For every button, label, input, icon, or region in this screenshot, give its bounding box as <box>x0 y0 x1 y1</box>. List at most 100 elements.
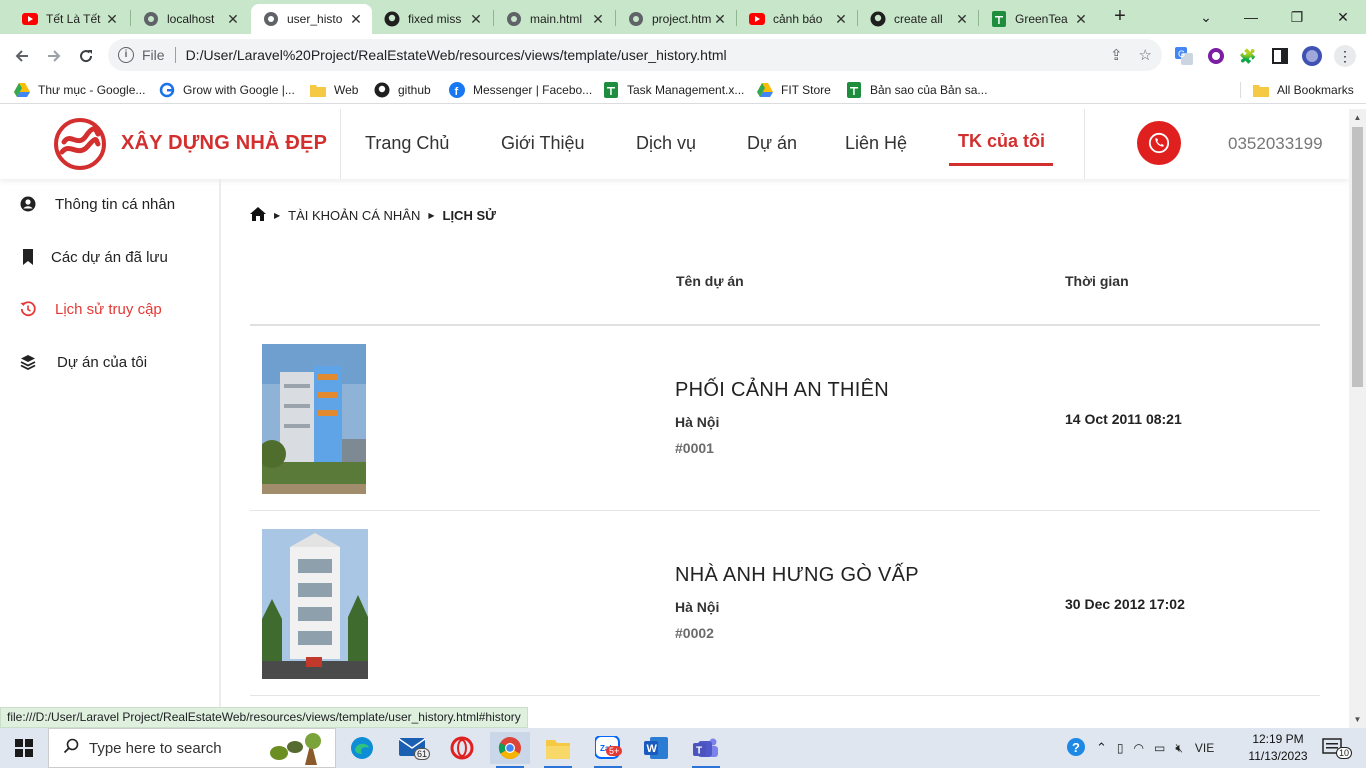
minimize-button[interactable]: — <box>1228 0 1274 34</box>
nav-home[interactable]: Trang Chủ <box>365 133 449 154</box>
nav-my-account[interactable]: TK của tôi <box>958 131 1045 152</box>
close-icon[interactable]: ✕ <box>225 11 241 28</box>
page-scrollbar[interactable]: ▲ ▼ <box>1349 109 1366 728</box>
menu-dots-icon[interactable]: ⋮ <box>1334 45 1356 67</box>
star-icon[interactable]: ☆ <box>1139 46 1152 64</box>
mail-icon[interactable]: 61 <box>392 732 432 764</box>
browser-tab-active[interactable]: user_histo ✕ <box>251 4 372 34</box>
wifi-icon[interactable]: ◠ <box>1134 741 1144 755</box>
all-bookmarks[interactable]: All Bookmarks <box>1240 82 1354 98</box>
home-icon[interactable] <box>250 207 266 224</box>
close-icon[interactable]: ✕ <box>348 11 364 28</box>
close-icon[interactable]: ✕ <box>590 11 606 28</box>
browser-tab[interactable]: main.html ✕ <box>494 4 614 34</box>
close-icon[interactable]: ✕ <box>468 11 484 28</box>
bookmark-item[interactable]: Thư mục - Google... <box>14 82 145 98</box>
nav-projects[interactable]: Dự án <box>747 133 797 154</box>
close-icon[interactable]: ✕ <box>104 11 120 28</box>
info-icon[interactable]: i <box>118 47 134 63</box>
chrome-icon[interactable] <box>490 732 530 768</box>
share-icon[interactable]: ⇪ <box>1110 46 1123 64</box>
scroll-down-arrow[interactable]: ▼ <box>1349 711 1366 728</box>
help-icon[interactable]: ? <box>1066 737 1086 760</box>
start-button[interactable] <box>0 728 48 768</box>
back-button[interactable] <box>8 42 36 70</box>
browser-tab[interactable]: fixed miss ✕ <box>372 4 492 34</box>
address-bar[interactable]: i File D:/User/Laravel%20Project/RealEst… <box>108 39 1162 71</box>
clock-time: 12:19 PM <box>1252 732 1304 746</box>
browser-toolbar: i File D:/User/Laravel%20Project/RealEst… <box>0 34 1366 76</box>
zalo-icon[interactable]: Zalo 5+ <box>588 732 628 768</box>
forward-button[interactable] <box>40 42 68 70</box>
browser-tab[interactable]: cảnh báo ✕ <box>737 4 857 34</box>
extension-icon[interactable] <box>1206 46 1226 66</box>
scrollbar-thumb[interactable] <box>1352 127 1363 387</box>
new-tab-button[interactable]: + <box>1108 5 1132 29</box>
sidebar-item-my-projects[interactable]: Dự án của tôi <box>0 347 219 377</box>
browser-tab[interactable]: create all ✕ <box>858 4 978 34</box>
reload-button[interactable] <box>72 42 100 70</box>
bookmark-item[interactable]: FIT Store <box>757 82 831 98</box>
sidebar-item-profile[interactable]: Thông tin cá nhân <box>0 189 219 219</box>
close-icon[interactable]: ✕ <box>712 11 728 28</box>
phone-icon[interactable] <box>1137 121 1181 165</box>
device-icon[interactable]: ▯ <box>1117 741 1124 755</box>
bookmark-item[interactable]: github <box>374 82 431 98</box>
project-name[interactable]: PHỐI CẢNH AN THIÊN <box>675 379 889 402</box>
edge-icon[interactable] <box>342 732 382 764</box>
bookmark-item[interactable]: Task Management.x... <box>603 82 744 98</box>
speaker-muted-icon[interactable]: 🔇︎ <box>1175 741 1183 756</box>
project-thumbnail[interactable] <box>262 529 368 679</box>
globe-icon <box>263 11 279 27</box>
scroll-up-arrow[interactable]: ▲ <box>1349 109 1366 126</box>
tab-search-icon[interactable]: ⌄ <box>1183 0 1229 34</box>
logo[interactable] <box>54 118 106 170</box>
taskbar-clock[interactable]: 12:19 PM 11/13/2023 <box>1248 731 1308 765</box>
bookmark-item[interactable]: Grow with Google |... <box>159 82 295 98</box>
bookmark-item[interactable]: f Messenger | Facebo... <box>449 82 592 98</box>
bookmark-label: github <box>398 83 431 97</box>
nav-services[interactable]: Dịch vụ <box>636 133 696 154</box>
translate-icon[interactable]: G <box>1174 46 1194 66</box>
word-icon[interactable]: W <box>636 732 676 764</box>
puzzle-icon[interactable]: 🧩 <box>1238 46 1258 66</box>
taskbar-search[interactable]: Type here to search <box>48 728 336 768</box>
close-icon[interactable]: ✕ <box>1073 11 1089 28</box>
opera-icon[interactable] <box>442 732 482 764</box>
avatar[interactable] <box>1302 46 1322 66</box>
close-window-button[interactable]: ✕ <box>1320 0 1366 34</box>
bookmark-item[interactable]: Web <box>310 82 358 98</box>
url-text[interactable]: D:/User/Laravel%20Project/RealEstateWeb/… <box>186 47 727 63</box>
bookmark-item[interactable]: Bản sao của Bản sa... <box>846 82 987 98</box>
nav-contact[interactable]: Liên Hệ <box>845 133 907 154</box>
language-indicator[interactable]: VIE <box>1195 741 1214 755</box>
notification-center[interactable]: 10 <box>1322 728 1353 768</box>
teams-icon[interactable]: T <box>686 732 726 768</box>
breadcrumb-item[interactable]: TÀI KHOẢN CÁ NHÂN <box>288 208 420 223</box>
sidebar-item-label: Lịch sử truy cập <box>55 300 162 318</box>
nav-about[interactable]: Giới Thiệu <box>501 133 585 154</box>
system-tray: ? ⌃ ▯ ◠ ▭ 🔇︎ VIE <box>1066 728 1214 768</box>
project-thumbnail[interactable] <box>262 344 366 494</box>
browser-tab[interactable]: GreenTea ✕ <box>979 4 1097 34</box>
battery-icon[interactable]: ▭ <box>1154 741 1165 755</box>
sidebar-item-history[interactable]: Lịch sử truy cập <box>0 294 219 324</box>
sheets-icon <box>846 82 862 98</box>
side-panel-icon[interactable] <box>1270 46 1290 66</box>
restore-button[interactable]: ❐ <box>1274 0 1320 34</box>
sidebar-item-saved[interactable]: Các dự án đã lưu <box>0 242 219 272</box>
browser-tab[interactable]: localhost ✕ <box>131 4 249 34</box>
search-icon <box>63 738 79 758</box>
browser-tab[interactable]: Tết Là Tết ✕ <box>10 4 128 34</box>
row-divider <box>250 510 1320 511</box>
phone-number[interactable]: 0352033199 <box>1228 134 1323 154</box>
project-name[interactable]: NHÀ ANH HƯNG GÒ VẤP <box>675 564 919 587</box>
file-explorer-icon[interactable] <box>538 732 578 768</box>
chevron-up-icon[interactable]: ⌃ <box>1096 740 1107 756</box>
caret-right-icon: ▶ <box>274 211 281 220</box>
close-icon[interactable]: ✕ <box>833 11 849 28</box>
close-icon[interactable]: ✕ <box>954 11 970 28</box>
tab-title: fixed miss <box>408 12 462 26</box>
brand-name[interactable]: XÂY DỰNG NHÀ ĐẸP <box>121 132 327 155</box>
browser-tab[interactable]: project.htm ✕ <box>616 4 736 34</box>
